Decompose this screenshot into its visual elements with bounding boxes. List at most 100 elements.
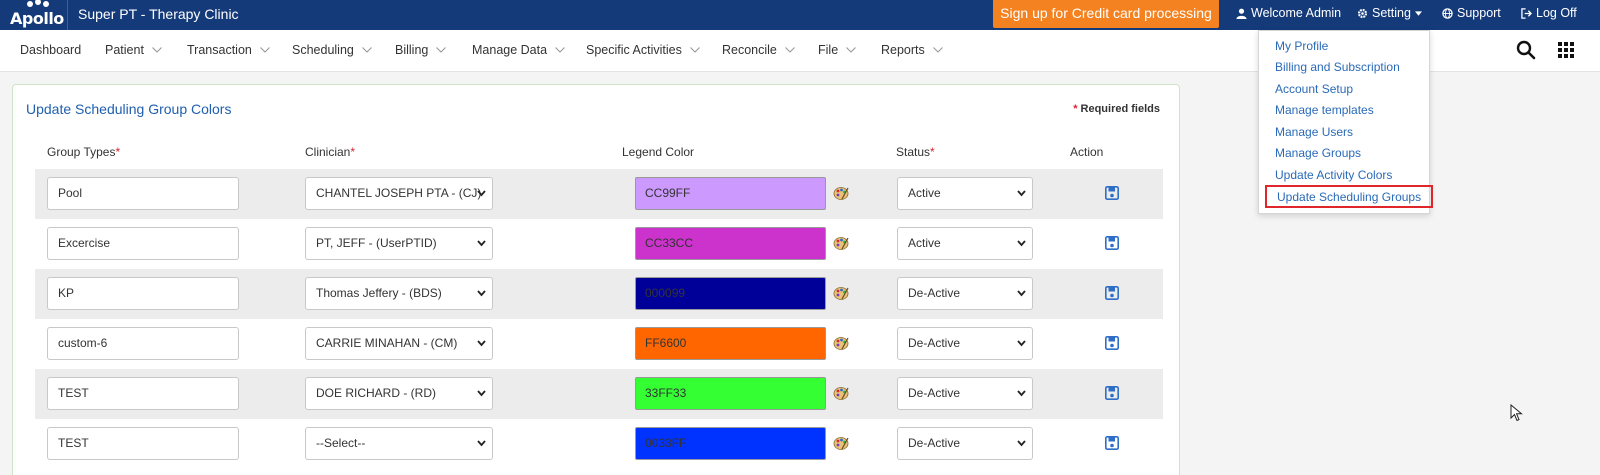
chevron-down-icon (477, 240, 486, 247)
menu-label: Manage Data (472, 43, 548, 57)
menu-label: Transaction (187, 43, 252, 57)
menu-item-update-activity-colors[interactable]: Update Activity Colors (1275, 168, 1392, 182)
table-row: Pool CHANTEL JOSEPH PTA - (CJ) CC99FF Activ… (35, 169, 1163, 219)
header-label: Clinician (305, 145, 351, 159)
menu-billing[interactable]: Billing (395, 43, 447, 57)
chevron-down-icon (785, 47, 795, 53)
chevron-down-icon (477, 340, 486, 347)
group-type-input[interactable]: TEST (47, 427, 239, 460)
apollo-logo[interactable]: Apollo (8, 0, 64, 30)
chevron-down-icon (1017, 240, 1026, 247)
color-palette-icon[interactable] (833, 185, 849, 201)
required-star: * (115, 145, 121, 159)
status-select[interactable]: De-Active (897, 277, 1033, 310)
chevron-down-icon (1017, 390, 1026, 397)
legend-color-input[interactable]: 33FF33 (635, 377, 826, 410)
chevron-down-icon (1017, 440, 1026, 447)
log-off-label: Log Off (1536, 6, 1577, 20)
group-type-input[interactable]: KP (47, 277, 239, 310)
menu-item-account-setup[interactable]: Account Setup (1275, 82, 1353, 96)
status-select[interactable]: Active (897, 227, 1033, 260)
group-type-input[interactable]: custom-6 (47, 327, 239, 360)
clinician-select[interactable]: Thomas Jeffery - (BDS) (305, 277, 493, 310)
chevron-down-icon (477, 190, 486, 197)
status-select[interactable]: De-Active (897, 427, 1033, 460)
table-row: KP Thomas Jeffery - (BDS) 000099 De-Active (35, 269, 1163, 319)
required-fields-label: Required fields (1080, 103, 1160, 115)
menu-scheduling[interactable]: Scheduling (292, 43, 372, 57)
menu-item-update-scheduling-groups[interactable]: Update Scheduling Groups (1265, 185, 1434, 208)
legend-color-input[interactable]: 000099 (635, 277, 826, 310)
support-label: Support (1457, 6, 1501, 20)
menu-file[interactable]: File (818, 43, 857, 57)
menu-reconcile[interactable]: Reconcile (722, 43, 795, 57)
clinician-select[interactable]: DOE RICHARD - (RD) (305, 377, 493, 410)
chevron-down-icon (477, 290, 486, 297)
search-icon[interactable] (1516, 40, 1536, 60)
menu-patient[interactable]: Patient (105, 43, 162, 57)
status-value: De-Active (908, 336, 961, 350)
welcome-admin-link[interactable]: Welcome Admin (1236, 6, 1341, 20)
save-icon[interactable] (1105, 286, 1119, 300)
required-star: * (1073, 103, 1078, 115)
legend-color-input[interactable]: 0033FF (635, 427, 826, 460)
clinician-select[interactable]: CHANTEL JOSEPH PTA - (CJ) (305, 177, 493, 210)
menu-item-manage-groups[interactable]: Manage Groups (1275, 146, 1361, 160)
menu-item-manage-templates[interactable]: Manage templates (1275, 103, 1374, 117)
menu-specific-activities[interactable]: Specific Activities (586, 43, 700, 57)
chevron-down-icon (555, 47, 565, 53)
status-select[interactable]: De-Active (897, 327, 1033, 360)
menu-item-billing-subscription[interactable]: Billing and Subscription (1275, 60, 1400, 74)
menu-item-my-profile[interactable]: My Profile (1275, 39, 1328, 53)
save-icon[interactable] (1105, 386, 1119, 400)
legend-color-input[interactable]: CC33CC (635, 227, 826, 260)
legend-color-input[interactable]: FF6600 (635, 327, 826, 360)
save-icon[interactable] (1105, 336, 1119, 350)
menu-manage-data[interactable]: Manage Data (472, 43, 565, 57)
menu-label: Patient (105, 43, 144, 57)
required-fields-note: * Required fields (1073, 103, 1160, 115)
menu-dashboard[interactable]: Dashboard (20, 43, 81, 57)
table-row: Excercise PT, JEFF - (UserPTID) CC33CC Acti… (35, 219, 1163, 269)
clinician-value: --Select-- (316, 436, 366, 450)
clinician-value: DOE RICHARD - (RD) (316, 386, 436, 400)
clinician-select[interactable]: CARRIE MINAHAN - (CM) (305, 327, 493, 360)
status-select[interactable]: De-Active (897, 377, 1033, 410)
column-header-status: Status* (896, 145, 935, 159)
group-type-input[interactable]: Pool (47, 177, 239, 210)
header-label: Action (1070, 145, 1104, 159)
clinician-value: CHANTEL JOSEPH PTA - (CJ) (316, 186, 482, 200)
required-star: * (350, 145, 356, 159)
chevron-down-icon (259, 47, 270, 53)
header-label: Legend Color (622, 145, 695, 159)
legend-color-input[interactable]: CC99FF (635, 177, 826, 210)
table-row: TEST DOE RICHARD - (RD) 33FF33 De-Active (35, 369, 1163, 419)
user-icon (1236, 8, 1247, 19)
save-icon[interactable] (1105, 236, 1119, 250)
logo-divider (67, 0, 68, 30)
save-icon[interactable] (1105, 186, 1119, 200)
menu-reports[interactable]: Reports (881, 43, 943, 57)
clinician-select[interactable]: --Select-- (305, 427, 493, 460)
menu-item-manage-users[interactable]: Manage Users (1275, 125, 1353, 139)
color-palette-icon[interactable] (833, 285, 849, 301)
color-palette-icon[interactable] (833, 385, 849, 401)
color-palette-icon[interactable] (833, 235, 849, 251)
setting-menu-toggle[interactable]: Setting (1357, 6, 1422, 20)
signup-credit-card-button[interactable]: Sign up for Credit card processing (993, 0, 1219, 28)
menu-transaction[interactable]: Transaction (187, 43, 270, 57)
group-type-input[interactable]: Excercise (47, 227, 239, 260)
color-palette-icon[interactable] (833, 435, 849, 451)
group-type-input[interactable]: TEST (47, 377, 239, 410)
welcome-label: Welcome Admin (1251, 6, 1342, 20)
apps-grid-icon[interactable] (1558, 42, 1574, 58)
support-link[interactable]: Support (1442, 6, 1501, 20)
menu-label: Specific Activities (586, 43, 682, 57)
status-select[interactable]: Active (897, 177, 1033, 210)
chevron-down-icon (932, 47, 943, 53)
clinician-select[interactable]: PT, JEFF - (UserPTID) (305, 227, 493, 260)
save-icon[interactable] (1105, 436, 1119, 450)
log-off-link[interactable]: Log Off (1521, 6, 1577, 20)
menu-label: Scheduling (292, 43, 354, 57)
color-palette-icon[interactable] (833, 335, 849, 351)
